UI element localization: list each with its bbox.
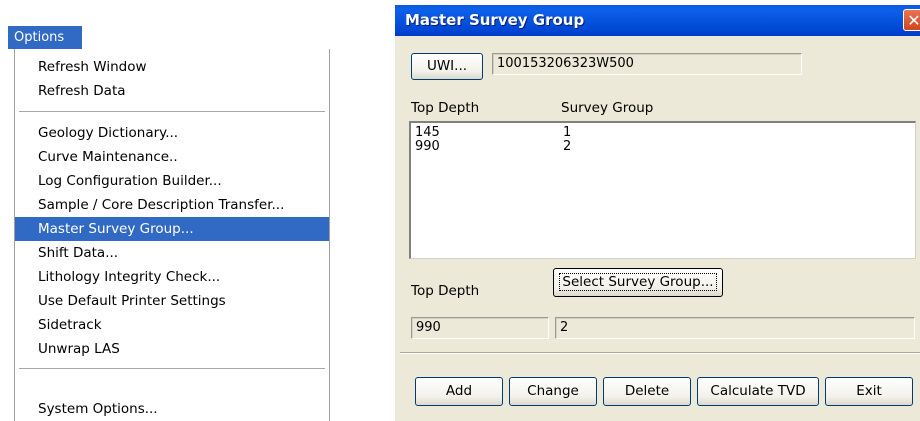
delete-button[interactable]: Delete <box>603 377 691 406</box>
exit-button[interactable]: Exit <box>825 377 913 406</box>
change-button[interactable]: Change <box>509 377 597 406</box>
dialog-divider <box>400 352 920 354</box>
options-menu-panel: Refresh Window Refresh Data Geology Dict… <box>14 49 330 421</box>
menu-item-lithology-integrity-check[interactable]: Lithology Integrity Check... <box>15 265 329 289</box>
menu-item-geology-dictionary[interactable]: Geology Dictionary... <box>15 121 329 145</box>
menu-item-master-survey-group[interactable]: Master Survey Group... <box>15 217 329 241</box>
menu-item-refresh-window[interactable]: Refresh Window <box>15 55 329 79</box>
menu-item-log-configuration-builder[interactable]: Log Configuration Builder... <box>15 169 329 193</box>
menu-item-unwrap-las[interactable]: Unwrap LAS <box>15 337 329 361</box>
select-survey-group-label: Select Survey Group... <box>559 273 717 291</box>
top-depth-field[interactable]: 990 <box>411 317 549 339</box>
options-menu-header[interactable]: Options <box>8 26 82 49</box>
row-top-depth: 990 <box>415 139 440 154</box>
row-survey-group: 2 <box>563 139 572 154</box>
row-top-depth: 145 <box>415 125 440 140</box>
menu-item-sample-core-description-transfer[interactable]: Sample / Core Description Transfer... <box>15 193 329 217</box>
table-row[interactable]: 990 2 <box>415 140 895 154</box>
dialog-title-bar[interactable]: Master Survey Group ✕ <box>395 5 920 36</box>
menu-separator <box>19 368 325 369</box>
menu-item-system-options[interactable]: System Options... <box>15 397 329 421</box>
survey-group-field[interactable]: 2 <box>555 317 915 339</box>
survey-group-column-header: Survey Group <box>561 100 654 116</box>
uwi-field: 100153206323W500 <box>492 53 802 75</box>
close-icon[interactable]: ✕ <box>903 9 920 31</box>
row-survey-group: 1 <box>563 125 572 140</box>
dialog-title: Master Survey Group <box>405 11 585 29</box>
menu-item-refresh-data[interactable]: Refresh Data <box>15 79 329 103</box>
calculate-tvd-button[interactable]: Calculate TVD <box>697 377 819 406</box>
table-row[interactable]: 145 1 <box>415 126 895 140</box>
master-survey-group-dialog: Master Survey Group ✕ UWI... 10015320632… <box>395 5 920 421</box>
top-depth-label: Top Depth <box>411 283 480 299</box>
top-depth-column-header: Top Depth <box>411 100 480 116</box>
add-button[interactable]: Add <box>415 377 503 406</box>
select-survey-group-button[interactable]: Select Survey Group... <box>553 268 723 297</box>
uwi-button[interactable]: UWI... <box>411 53 483 80</box>
menu-item-curve-maintenance[interactable]: Curve Maintenance.. <box>15 145 329 169</box>
menu-separator <box>19 111 325 112</box>
survey-group-list[interactable]: 145 1 990 2 <box>409 121 916 259</box>
menu-item-use-default-printer-settings[interactable]: Use Default Printer Settings <box>15 289 329 313</box>
menu-item-sidetrack[interactable]: Sidetrack <box>15 313 329 337</box>
menu-item-shift-data[interactable]: Shift Data... <box>15 241 329 265</box>
